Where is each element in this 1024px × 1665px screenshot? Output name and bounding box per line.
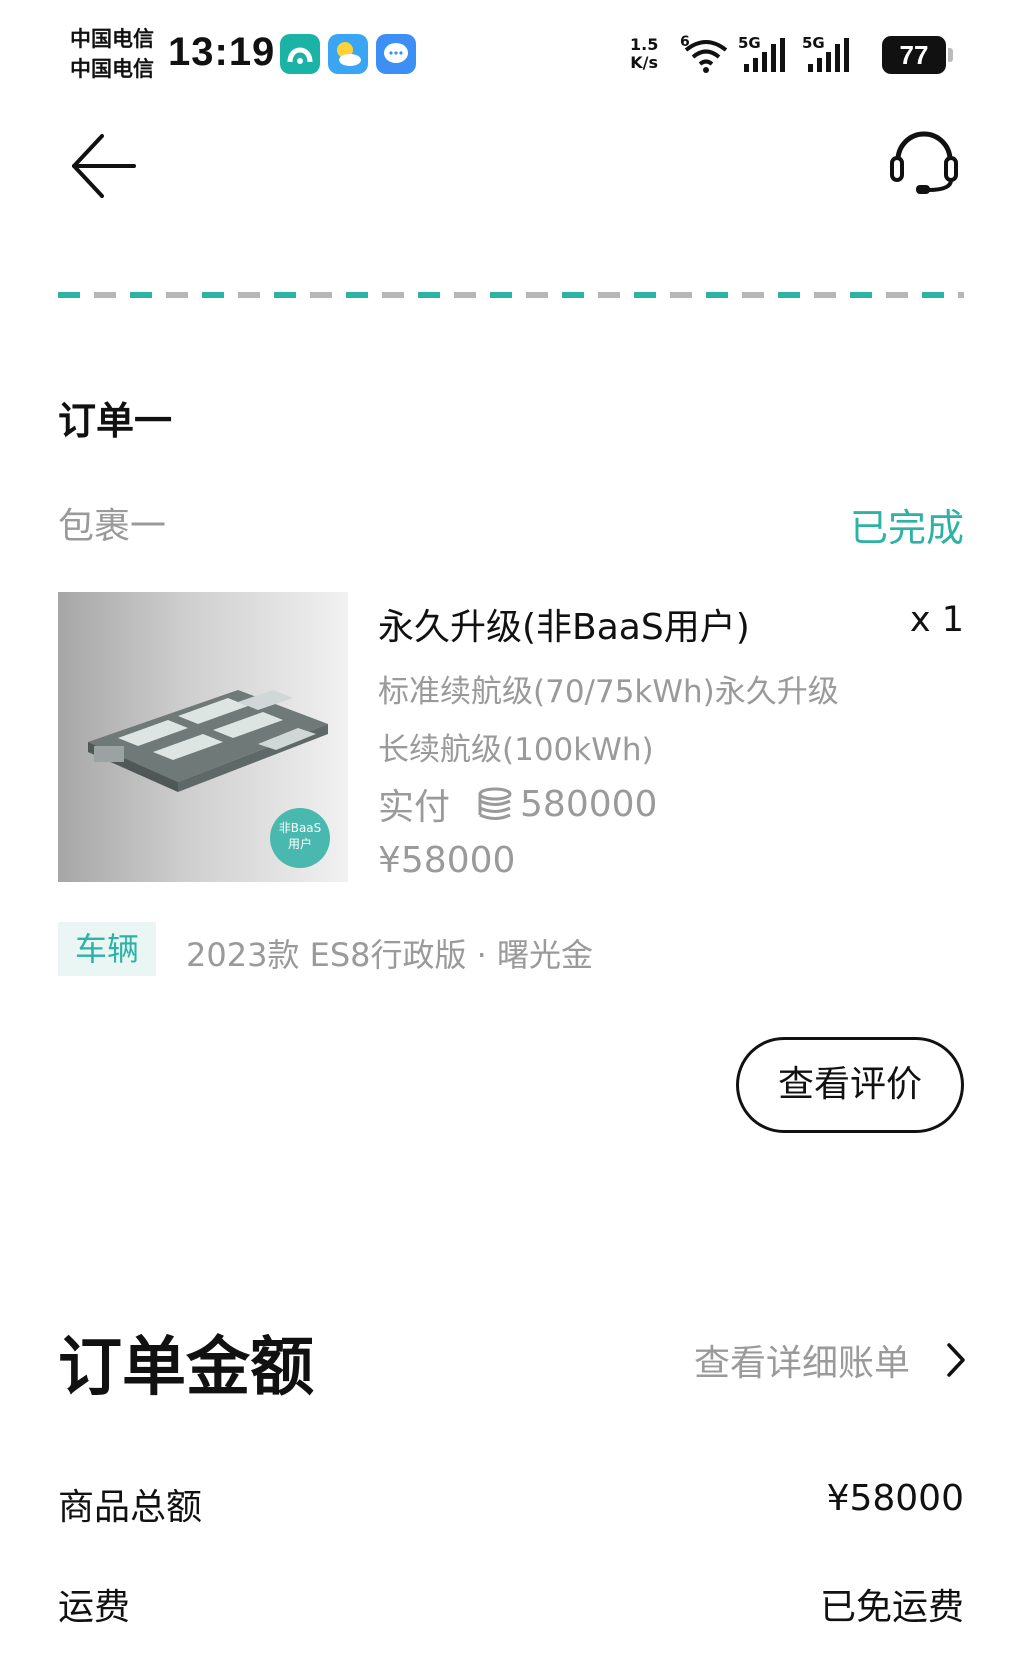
non-baas-badge: 非BaaS 用户 [270,808,330,868]
product-spec-to: 长续航级(100kWh) [378,732,654,768]
carrier-1: 中国电信 [70,27,154,51]
status-clock: 13:19 [168,30,276,74]
vehicle-tag: 车辆 [58,922,156,976]
paid-label: 实付 [378,787,451,828]
signal-2-label: 5G [802,34,825,52]
wifi-icon: 6 [680,32,732,80]
product-spec-from: 标准续航级(70/75kWh)永久升级 [378,674,839,710]
package-label: 包裹一 [58,506,167,547]
product-price: ¥58000 [378,840,516,881]
arrow-left-icon [72,134,136,198]
vehicle-info: 2023款 ES8行政版 · 曙光金 [186,936,594,974]
back-button[interactable] [66,128,142,204]
paid-row: 实付 580000 [378,778,657,830]
headset-icon [890,131,958,194]
coin-stack-icon [478,787,512,820]
chevron-right-icon [947,1343,965,1377]
carrier-labels: 中国电信 中国电信 [70,24,154,84]
order-title: 订单一 [58,399,173,443]
non-baas-badge-line-2: 用户 [287,837,312,851]
goods-total-value: ¥58000 [826,1478,964,1519]
nio-app-icon [280,34,320,74]
view-detailed-bill-link[interactable]: 查看详细账单 [694,1334,966,1386]
non-baas-badge-line-1: 非BaaS [278,821,322,835]
signal-icon-1: 5G [738,32,794,80]
order-status: 已完成 [849,506,964,550]
signal-icon-2: 5G [802,32,858,80]
goods-total-label: 商品总额 [58,1487,203,1528]
battery-level: 77 [882,36,946,74]
shipping-value: 已免运费 [819,1587,964,1628]
network-speed-unit: K/s [630,53,659,72]
product-name[interactable]: 永久升级(非BaaS用户) [378,598,750,650]
shipping-label: 运费 [58,1587,131,1628]
customer-service-button[interactable] [884,126,964,206]
weather-icon [328,34,368,74]
message-icon [376,34,416,74]
signal-1-label: 5G [738,34,761,52]
carrier-2: 中国电信 [70,57,154,81]
order-progress-line [58,292,964,298]
network-speed: 1.5 K/s [630,36,658,72]
paid-points: 580000 [520,783,658,825]
network-speed-value: 1.5 [630,35,659,54]
battery-cap [948,48,953,62]
view-detailed-bill-label: 查看详细账单 [693,1343,910,1384]
view-review-button[interactable]: 查看评价 [736,1037,964,1133]
order-amount-title: 订单金额 [58,1331,314,1405]
product-quantity: x 1 [909,600,964,640]
product-image[interactable]: 非BaaS 用户 [58,592,348,882]
